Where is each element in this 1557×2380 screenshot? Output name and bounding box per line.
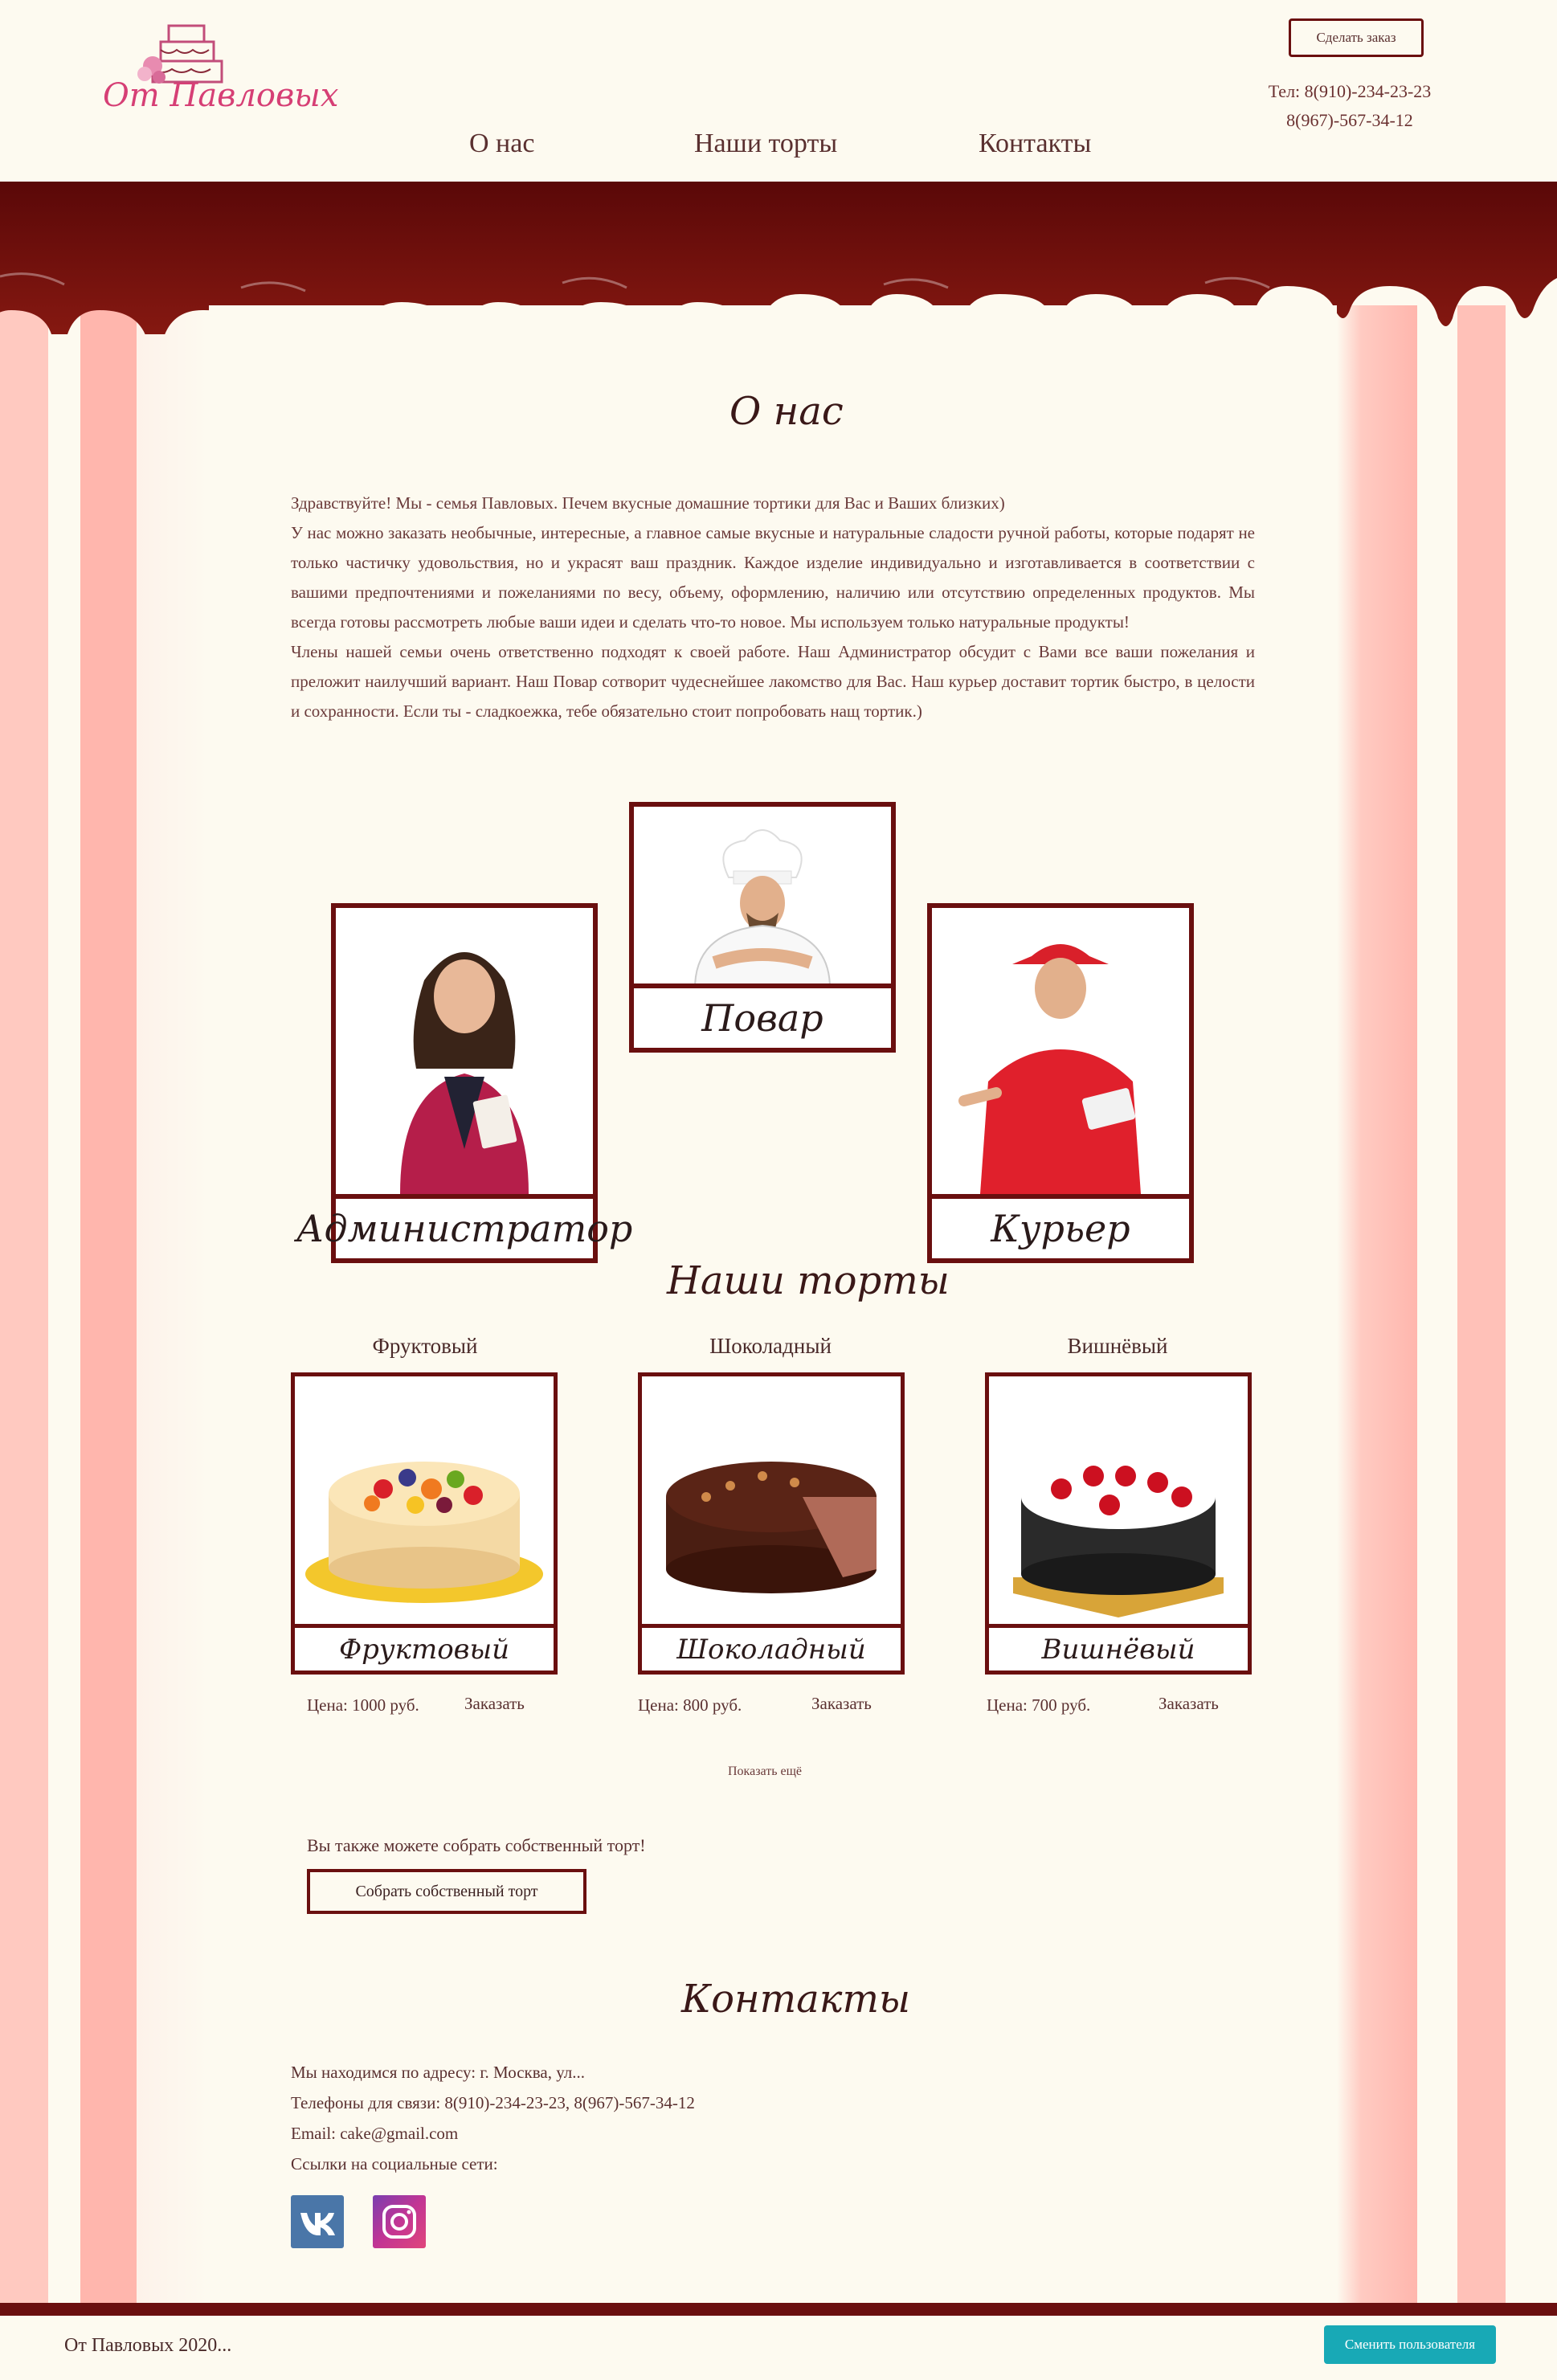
- cake-photo-chocolate: [642, 1376, 901, 1624]
- header-phones: Тел: 8(910)-234-23-23 8(967)-567-34-12: [1253, 77, 1446, 135]
- courier-person-icon: [958, 944, 1141, 1194]
- switch-user-button[interactable]: Сменить пользователя: [1324, 2325, 1496, 2364]
- main-nav: О нас Наши торты Контакты: [0, 129, 1557, 169]
- site-header: От Павловых Сделать заказ Тел: 8(910)-23…: [0, 0, 1557, 183]
- cake-photo-fruit: [295, 1376, 554, 1624]
- custom-cake-note: Вы также можете собрать собственный торт…: [307, 1835, 646, 1855]
- chocolate-cake-icon: [666, 1462, 877, 1593]
- nav-link-about[interactable]: О нас: [469, 129, 534, 159]
- admin-person-icon: [400, 952, 529, 1194]
- cook-photo: [634, 807, 891, 983]
- cakes-title: Наши торты: [667, 1258, 950, 1303]
- about-title: О нас: [729, 389, 844, 434]
- site-footer: От Павловых 2020... Сменить пользователя: [0, 2316, 1557, 2380]
- cook-person-icon: [694, 829, 831, 983]
- admin-photo: [336, 908, 593, 1194]
- cake-label-cherry: Вишнёвый: [989, 1624, 1248, 1670]
- team-label-cook: Повар: [634, 983, 891, 1048]
- phone-line-1: Тел: 8(910)-234-23-23: [1268, 81, 1432, 101]
- about-text: Здравствуйте! Мы - семья Павловых. Печем…: [291, 489, 1255, 726]
- main-content: О нас Здравствуйте! Мы - семья Павловых.…: [209, 305, 1337, 2306]
- cake-price-cherry: Цена: 700 руб.: [987, 1695, 1091, 1715]
- cake-title-fruit: Фруктовый: [372, 1334, 478, 1358]
- contact-social-label: Ссылки на социальные сети:: [291, 2154, 498, 2173]
- contact-phones: Телефоны для связи: 8(910)-234-23-23, 8(…: [291, 2093, 695, 2112]
- cake-card-cherry[interactable]: Вишнёвый: [985, 1372, 1252, 1675]
- cake-label-fruit: Фруктовый: [295, 1624, 554, 1670]
- cake-title-cherry: Вишнёвый: [1067, 1334, 1168, 1358]
- cake-photo-cherry: [989, 1376, 1248, 1624]
- contacts-info: Мы находимся по адресу: г. Москва, ул...…: [291, 2057, 695, 2179]
- contact-email: Email: cake@gmail.com: [291, 2124, 459, 2143]
- vk-icon[interactable]: [291, 2195, 344, 2248]
- footer-divider: [0, 2303, 1557, 2316]
- cherry-cake-icon: [1013, 1465, 1224, 1617]
- about-paragraph: У нас можно заказать необычные, интересн…: [291, 523, 1255, 632]
- courier-photo: [932, 908, 1189, 1194]
- contacts-title: Контакты: [681, 1977, 911, 2022]
- vk-logo-icon: [300, 2213, 335, 2235]
- logo-text: От Павловых: [103, 77, 339, 114]
- cake-card-chocolate[interactable]: Шоколадный: [638, 1372, 905, 1675]
- decor-stripes-left: [0, 305, 209, 2306]
- about-paragraph: Члены нашей семьи очень ответственно под…: [291, 642, 1255, 721]
- team-card-courier: Курьер: [927, 903, 1194, 1263]
- team-card-admin: Администратор: [296, 903, 632, 1263]
- team-label-courier: Курьер: [932, 1194, 1189, 1258]
- cake-label-chocolate: Шоколадный: [642, 1624, 901, 1670]
- order-button[interactable]: Сделать заказ: [1289, 18, 1424, 57]
- about-paragraph: Здравствуйте! Мы - семья Павловых. Печем…: [291, 493, 1005, 513]
- nav-link-cakes[interactable]: Наши торты: [694, 129, 837, 159]
- decor-stripes-right: [1337, 305, 1557, 2306]
- copyright-text: От Павловых 2020...: [64, 2335, 232, 2356]
- team-label-admin: Администратор: [296, 1194, 632, 1258]
- contact-address: Мы находимся по адресу: г. Москва, ул...: [291, 2063, 586, 2082]
- custom-cake-button[interactable]: Собрать собственный торт: [307, 1869, 586, 1914]
- show-more-link[interactable]: Показать ещё: [728, 1765, 802, 1779]
- cake-price-chocolate: Цена: 800 руб.: [638, 1695, 742, 1715]
- cake-title-chocolate: Шоколадный: [709, 1334, 832, 1358]
- instagram-logo-icon: [382, 2205, 416, 2239]
- cake-price-fruit: Цена: 1000 руб.: [307, 1695, 419, 1715]
- cake-card-fruit[interactable]: Фруктовый: [291, 1372, 558, 1675]
- fruit-cake-icon: [305, 1462, 543, 1603]
- nav-link-contacts[interactable]: Контакты: [979, 129, 1091, 159]
- order-link-chocolate[interactable]: Заказать: [811, 1694, 872, 1714]
- team-card-cook: Повар: [629, 802, 896, 1053]
- order-link-cherry[interactable]: Заказать: [1159, 1694, 1219, 1714]
- order-link-fruit[interactable]: Заказать: [464, 1694, 525, 1714]
- instagram-icon[interactable]: [373, 2195, 426, 2248]
